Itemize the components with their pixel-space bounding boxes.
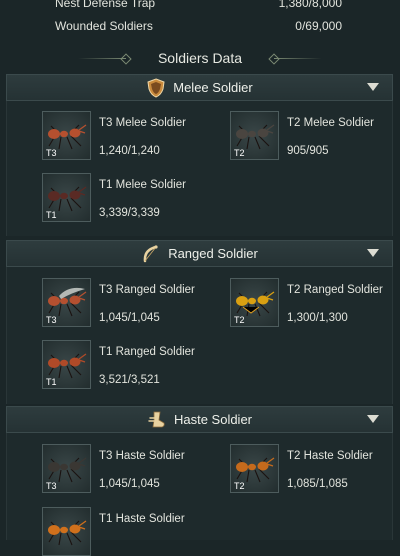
panel-title-haste: Haste Soldier xyxy=(173,412,253,427)
shield-icon xyxy=(146,77,166,98)
unit-count: 1,045/1,045 xyxy=(99,312,160,324)
chevron-down-icon[interactable] xyxy=(367,249,379,257)
title-ornament-right xyxy=(274,58,322,59)
soldier-portrait[interactable]: T3 xyxy=(42,444,91,493)
panel-title-ranged: Ranged Soldier xyxy=(168,246,258,261)
boot-icon xyxy=(147,410,167,430)
unit-name: T1 Haste Soldier xyxy=(99,513,185,525)
tier-badge: T3 xyxy=(46,315,57,325)
unit-name: T2 Haste Soldier xyxy=(287,450,373,462)
unit-count: 3,521/3,521 xyxy=(99,374,160,386)
tier-badge: T3 xyxy=(46,148,57,158)
tier-badge: T1 xyxy=(46,210,57,220)
soldier-portrait[interactable] xyxy=(42,507,91,556)
unit-name: T1 Melee Soldier xyxy=(99,179,186,191)
unit-count: 905/905 xyxy=(287,145,329,157)
tier-badge: T2 xyxy=(234,148,245,158)
soldier-portrait[interactable]: T1 xyxy=(42,340,91,389)
section-title: Soldiers Data xyxy=(157,50,243,66)
tier-badge: T3 xyxy=(46,481,57,491)
soldier-portrait[interactable]: T2 xyxy=(230,111,279,160)
unit-name: T3 Ranged Soldier xyxy=(99,284,195,296)
unit-count: 1,300/1,300 xyxy=(287,312,348,324)
chevron-down-icon[interactable] xyxy=(367,415,379,423)
unit-name: T1 Ranged Soldier xyxy=(99,346,195,358)
panel-title-melee: Melee Soldier xyxy=(173,80,253,95)
unit-count: 1,085/1,085 xyxy=(287,478,348,490)
soldier-portrait[interactable]: T2 xyxy=(230,444,279,493)
nest-defense-trap-label: Nest Defense Trap xyxy=(55,0,156,10)
nest-defense-trap-value: 1,380/8,000 xyxy=(278,0,342,10)
unit-count: 1,240/1,240 xyxy=(99,145,160,157)
tier-badge: T1 xyxy=(46,377,57,387)
unit-name: T3 Haste Soldier xyxy=(99,450,185,462)
soldier-portrait[interactable]: T1 xyxy=(42,173,91,222)
wounded-soldiers-value: 0/69,000 xyxy=(295,19,342,33)
unit-name: T2 Melee Soldier xyxy=(287,117,374,129)
wounded-soldiers-row: Wounded Soldiers 0/69,000 xyxy=(55,19,342,33)
tier-badge: T2 xyxy=(234,481,245,491)
soldier-portrait[interactable]: T2 xyxy=(230,278,279,327)
unit-count: 1,045/1,045 xyxy=(99,478,160,490)
unit-name: T3 Melee Soldier xyxy=(99,117,186,129)
bow-icon xyxy=(141,244,161,264)
unit-count: 3,339/3,339 xyxy=(99,207,160,219)
wounded-soldiers-label: Wounded Soldiers xyxy=(55,19,153,33)
soldier-portrait[interactable]: T3 xyxy=(42,111,91,160)
tier-badge: T2 xyxy=(234,315,245,325)
unit-name: T2 Ranged Soldier xyxy=(287,284,383,296)
chevron-down-icon[interactable] xyxy=(367,83,379,91)
nest-defense-trap-row: Nest Defense Trap 1,380/8,000 xyxy=(55,0,342,10)
soldier-portrait[interactable]: T3 xyxy=(42,278,91,327)
